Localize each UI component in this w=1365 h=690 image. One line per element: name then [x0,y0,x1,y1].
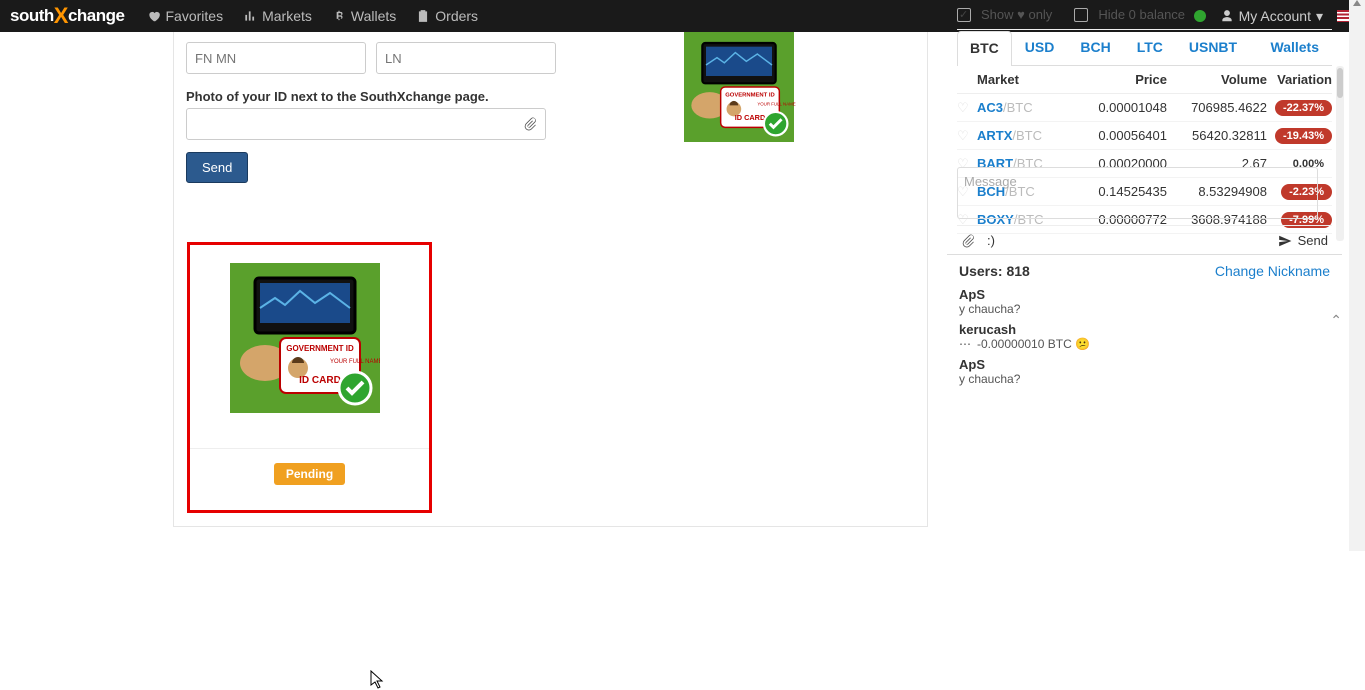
chat-message: ApSy chaucha? [959,287,1330,316]
nav-markets[interactable]: Markets [243,8,312,24]
attach-icon[interactable] [961,234,975,248]
col-header-variation[interactable]: Variation [1267,72,1332,87]
currency-tabs: BTC USD BCH LTC USNBT Wallets [957,30,1332,66]
tab-usnbt[interactable]: USNBT [1176,30,1250,65]
show-favorites-checkbox[interactable] [957,8,971,22]
chat-message: kerucash⋯-0.00000010 BTC 😕 [959,322,1330,351]
page-scrollbar[interactable] [1349,0,1365,551]
col-header-volume[interactable]: Volume [1167,72,1267,87]
favorite-heart-icon[interactable]: ♡ [957,100,969,115]
col-header-market[interactable]: Market [977,72,1067,87]
svg-text:ID CARD: ID CARD [299,375,341,386]
tab-usd[interactable]: USD [1012,30,1068,65]
clipboard-icon [416,9,430,23]
btc-icon [332,9,346,23]
chat-message: ApSy chaucha? [959,357,1330,386]
svg-text:GOVERNMENT ID: GOVERNMENT ID [725,93,774,99]
chat-panel: Users: 818 Change Nickname ⌃ ApSy chauch… [947,254,1342,255]
nav-wallets[interactable]: Wallets [332,8,396,24]
pending-status-badge: Pending [274,463,345,485]
show-favorites-label: Show ♥ only [981,7,1052,22]
market-filters: Show ♥ only Hide 0 balance [957,0,1332,30]
market-row[interactable]: ♡ARTX/BTC0.0005640156420.32811-19.43% [957,122,1332,150]
pending-verification-card: GOVERNMENT ID YOUR FULL NAME ID CARD Pen… [187,242,432,513]
brand-logo[interactable]: southXchange [10,3,125,29]
chevron-up-icon[interactable]: ⌃ [1330,312,1342,329]
photo-upload-input[interactable] [186,108,546,140]
last-name-input[interactable] [376,42,556,74]
emoji-button[interactable]: :) [987,233,995,248]
market-scrollbar[interactable] [1336,66,1344,241]
heart-icon [147,9,161,23]
send-icon [1278,234,1292,248]
hide-zero-label: Hide 0 balance [1098,7,1185,22]
favorite-heart-icon[interactable]: ♡ [957,128,969,143]
bars-icon [243,9,257,23]
svg-text:ID CARD: ID CARD [735,113,766,122]
tab-wallets[interactable]: Wallets [1258,30,1333,65]
svg-text:GOVERNMENT ID: GOVERNMENT ID [286,344,354,353]
svg-text:YOUR FULL NAME: YOUR FULL NAME [330,359,380,365]
photo-upload-label: Photo of your ID next to the SouthXchang… [186,89,489,104]
svg-text:YOUR FULL NAME: YOUR FULL NAME [757,101,795,106]
nav-favorites[interactable]: Favorites [147,8,224,24]
cursor-icon [370,670,386,690]
chat-send-button[interactable]: Send [1278,233,1328,248]
tab-ltc[interactable]: LTC [1124,30,1176,65]
verification-panel: Photo of your ID next to the SouthXchang… [173,32,928,527]
paperclip-icon [523,117,537,131]
market-row[interactable]: ♡AC3/BTC0.00001048706985.4622-22.37% [957,94,1332,122]
chat-users-count: Users: 818 [959,263,1030,279]
col-header-price[interactable]: Price [1067,72,1167,87]
first-name-input[interactable] [186,42,366,74]
uploaded-id-thumbnail: GOVERNMENT ID YOUR FULL NAME ID CARD [230,263,429,413]
id-card-example-image: GOVERNMENT ID YOUR FULL NAME ID CARD [664,32,814,142]
change-nickname-link[interactable]: Change Nickname [1215,263,1330,279]
nav-orders[interactable]: Orders [416,8,478,24]
hide-zero-checkbox[interactable] [1074,8,1088,22]
chat-message-input[interactable]: Message [957,167,1318,219]
tab-bch[interactable]: BCH [1067,30,1123,65]
tab-btc[interactable]: BTC [957,31,1012,66]
send-button[interactable]: Send [186,152,248,183]
